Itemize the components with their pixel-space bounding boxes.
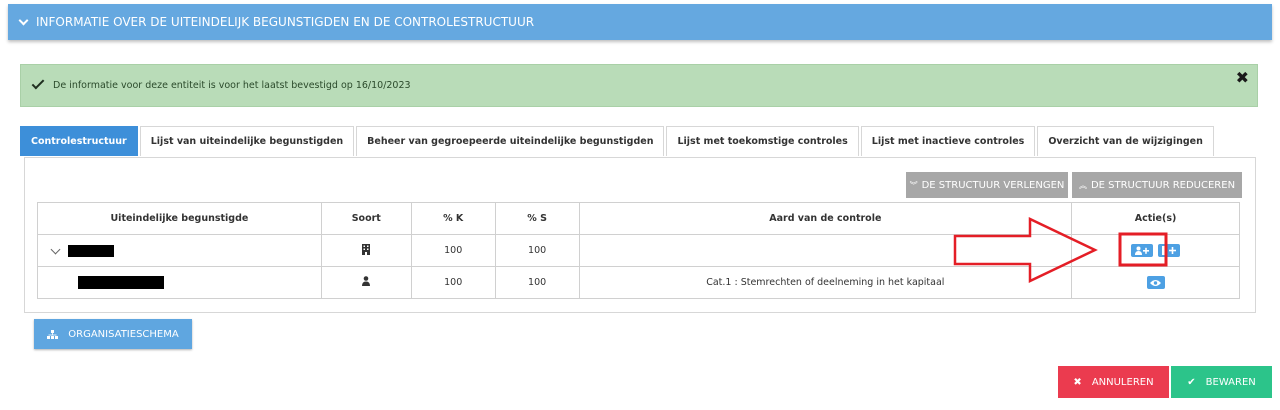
col-percent-s[interactable]: % S: [494, 202, 580, 235]
close-icon[interactable]: ✖: [1236, 68, 1249, 87]
add-person-button[interactable]: [1131, 244, 1154, 257]
actions-cell: [1071, 234, 1240, 267]
col-aard-van-de-controle[interactable]: Aard van de controle: [578, 202, 1073, 235]
beneficiary-cell: [37, 234, 322, 267]
beneficiary-cell: [37, 266, 322, 299]
tab-lijst-uiteindelijke-begunstigden[interactable]: Lijst van uiteindelijke begunstigden: [139, 126, 355, 156]
tab-toekomstige-controles[interactable]: Lijst met toekomstige controles: [666, 126, 859, 156]
confirmation-alert: De informatie voor deze entiteit is voor…: [20, 64, 1258, 107]
actions-cell: [1071, 266, 1240, 299]
add-entity-button[interactable]: [1158, 244, 1181, 257]
percent-s-cell: 100: [494, 234, 580, 267]
close-icon: ✖: [1073, 376, 1082, 388]
check-icon: [31, 76, 45, 90]
col-percent-k[interactable]: % K: [410, 202, 496, 235]
type-cell: [320, 266, 412, 299]
save-label: BEWAREN: [1205, 376, 1256, 388]
alert-message: De informatie voor deze entiteit is voor…: [53, 80, 411, 91]
building-icon: [362, 243, 371, 255]
aard-cell: Cat.1 : Stemrechten of deelneming in het…: [578, 266, 1073, 299]
redacted-name: [68, 244, 115, 257]
percent-k-cell: 100: [410, 266, 496, 299]
save-button[interactable]: ✔ BEWAREN: [1171, 366, 1272, 398]
reduce-structure-label: DE STRUCTUUR REDUCEREN: [1090, 179, 1236, 191]
organisatieschema-button[interactable]: ORGANISATIESCHEMA: [34, 319, 192, 349]
double-chevron-down-icon: ︾: [909, 180, 918, 190]
check-icon: ✔: [1187, 376, 1196, 388]
table-row: 100 100 Cat.1 : Stemrechten of deelnemin…: [37, 266, 1240, 299]
percent-k-cell: 100: [410, 234, 496, 267]
tab-overzicht-wijzigingen[interactable]: Overzicht van de wijzigingen: [1037, 126, 1214, 156]
type-cell: [320, 234, 412, 267]
aard-cell: [578, 234, 1073, 267]
cancel-label: ANNULEREN: [1091, 376, 1154, 388]
add-entity-icon: [1162, 246, 1177, 255]
eye-icon: [1150, 279, 1162, 286]
col-acties: Actie(s): [1071, 202, 1240, 235]
cancel-button[interactable]: ✖ ANNULEREN: [1058, 366, 1169, 398]
redacted-name: [78, 276, 164, 289]
tab-bar: Controlestructuur Lijst van uiteindelijk…: [20, 126, 1216, 156]
extend-structure-button[interactable]: ︾ DE STRUCTUUR VERLENGEN: [906, 172, 1068, 198]
col-soort[interactable]: Soort: [320, 202, 412, 235]
extend-structure-label: DE STRUCTUUR VERLENGEN: [921, 179, 1065, 191]
chevron-down-icon: [18, 15, 29, 25]
tab-beheer-gegroepeerde[interactable]: Beheer van gegroepeerde uiteindelijke be…: [356, 126, 665, 156]
col-uiteindelijke-begunstigde[interactable]: Uiteindelijke begunstigde: [37, 202, 322, 235]
view-button[interactable]: [1146, 276, 1165, 289]
table-row: 100 100: [37, 234, 1240, 267]
add-person-icon: [1135, 246, 1150, 255]
percent-s-cell: 100: [494, 266, 580, 299]
reduce-structure-button[interactable]: ︽ DE STRUCTUUR REDUCEREN: [1072, 172, 1242, 198]
tab-inactieve-controles[interactable]: Lijst met inactieve controles: [860, 126, 1036, 156]
section-header-title: INFORMATIE OVER DE UITEINDELIJK BEGUNSTI…: [36, 15, 535, 29]
sitemap-icon: [47, 329, 59, 339]
control-structure-table: Uiteindelijke begunstigde Soort % K % S …: [37, 202, 1240, 299]
table-header-row: Uiteindelijke begunstigde Soort % K % S …: [37, 202, 1240, 235]
tab-controlestructuur[interactable]: Controlestructuur: [20, 126, 138, 156]
double-chevron-up-icon: ︽: [1078, 180, 1087, 190]
person-icon: [362, 276, 371, 286]
organisatieschema-label: ORGANISATIESCHEMA: [68, 328, 179, 340]
expand-chevron-icon[interactable]: [50, 244, 61, 255]
section-header[interactable]: INFORMATIE OVER DE UITEINDELIJK BEGUNSTI…: [8, 4, 1272, 40]
